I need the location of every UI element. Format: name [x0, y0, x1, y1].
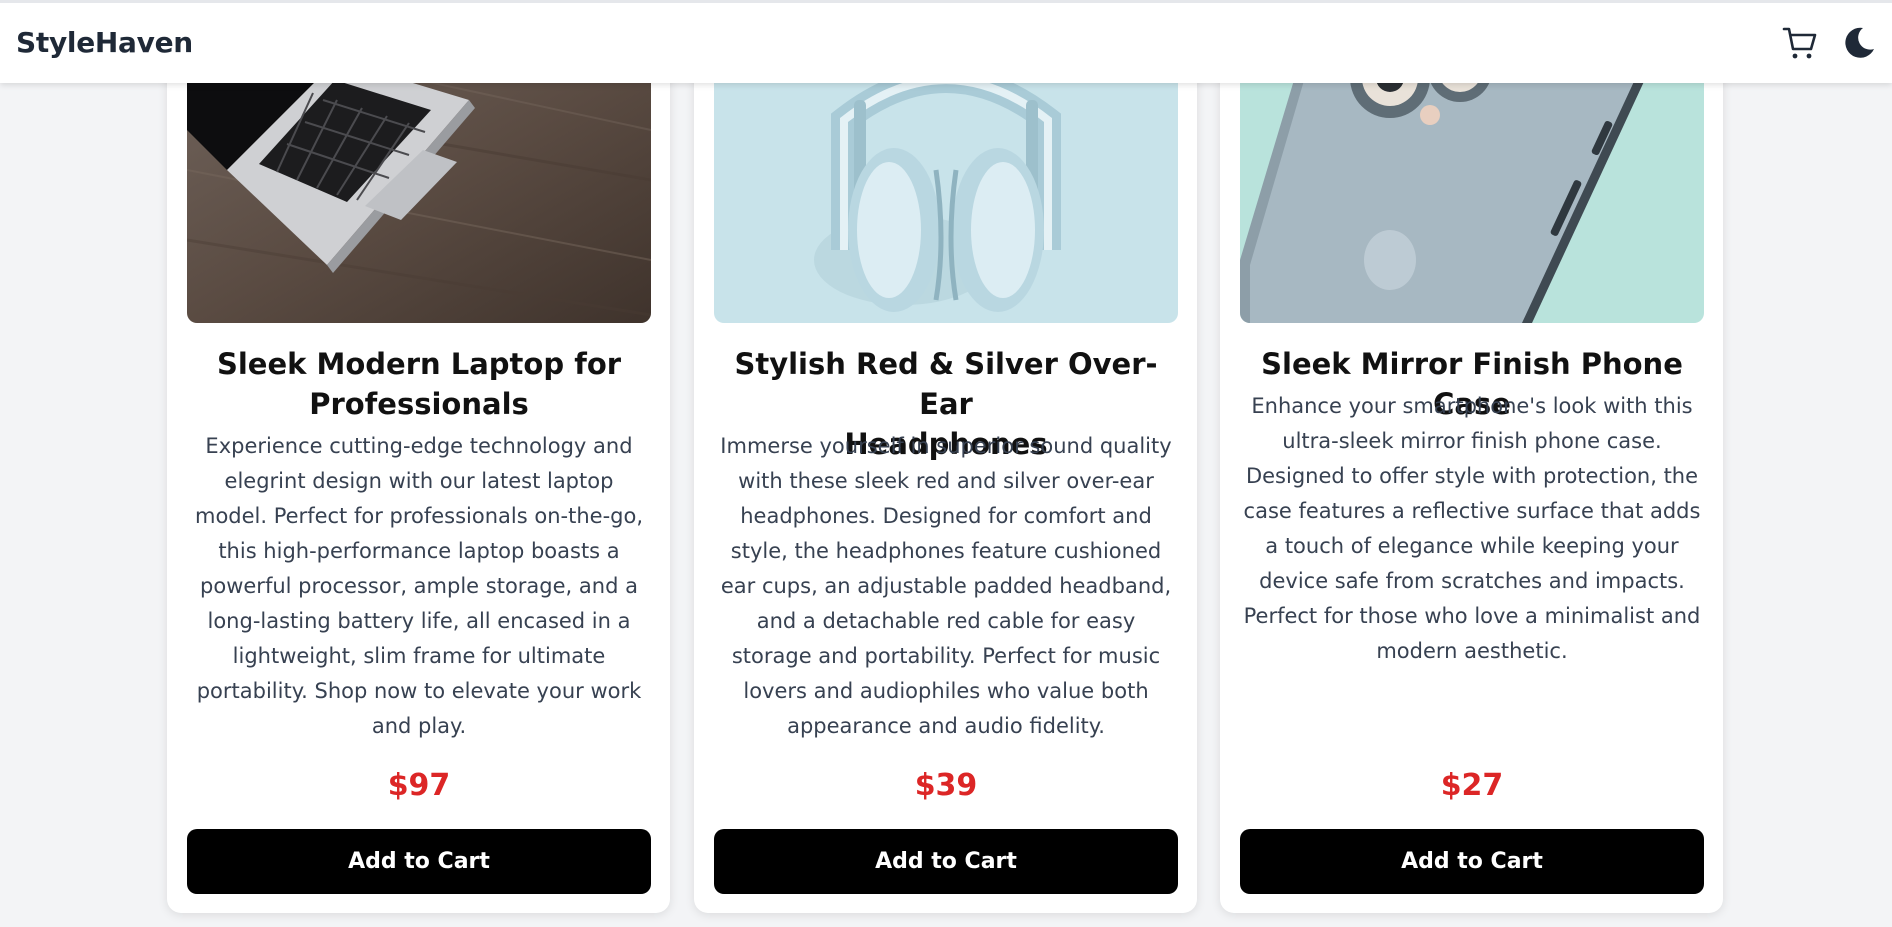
- product-title-line: Professionals: [309, 387, 529, 421]
- product-card-laptop: Sleek Modern Laptop for Professionals Ex…: [167, 60, 670, 913]
- product-price: $27: [1440, 768, 1504, 803]
- cart-icon[interactable]: [1782, 25, 1818, 61]
- product-title-line: Stylish Red & Silver Over-Ear: [734, 347, 1158, 421]
- product-title-line: Sleek Modern Laptop for: [216, 347, 622, 381]
- moon-icon[interactable]: [1841, 25, 1877, 61]
- product-card-phone-case: Sleek Mirror Finish Phone Case Enhance y…: [1220, 60, 1723, 913]
- product-image-phone-case[interactable]: [1240, 60, 1704, 323]
- product-title: Sleek Modern Laptop for Professionals: [187, 344, 651, 424]
- product-price: $39: [914, 768, 978, 803]
- top-border: [0, 0, 1892, 3]
- add-to-cart-button[interactable]: Add to Cart: [1240, 829, 1704, 894]
- brand-logo[interactable]: StyleHaven: [16, 26, 193, 59]
- add-to-cart-button[interactable]: Add to Cart: [187, 829, 651, 894]
- product-image-headphones[interactable]: [714, 60, 1178, 323]
- product-price: $97: [387, 768, 451, 803]
- product-card-headphones: Stylish Red & Silver Over-Ear Headphones…: [694, 60, 1197, 913]
- product-description: Experience cutting-edge technology and e…: [194, 434, 643, 738]
- product-description: Immerse yourself in superior sound quali…: [720, 434, 1172, 738]
- add-to-cart-button[interactable]: Add to Cart: [714, 829, 1178, 894]
- top-navbar: StyleHaven: [0, 3, 1892, 83]
- product-description: Enhance your smartphone's look with this…: [1243, 394, 1701, 663]
- product-image-laptop[interactable]: [187, 60, 651, 323]
